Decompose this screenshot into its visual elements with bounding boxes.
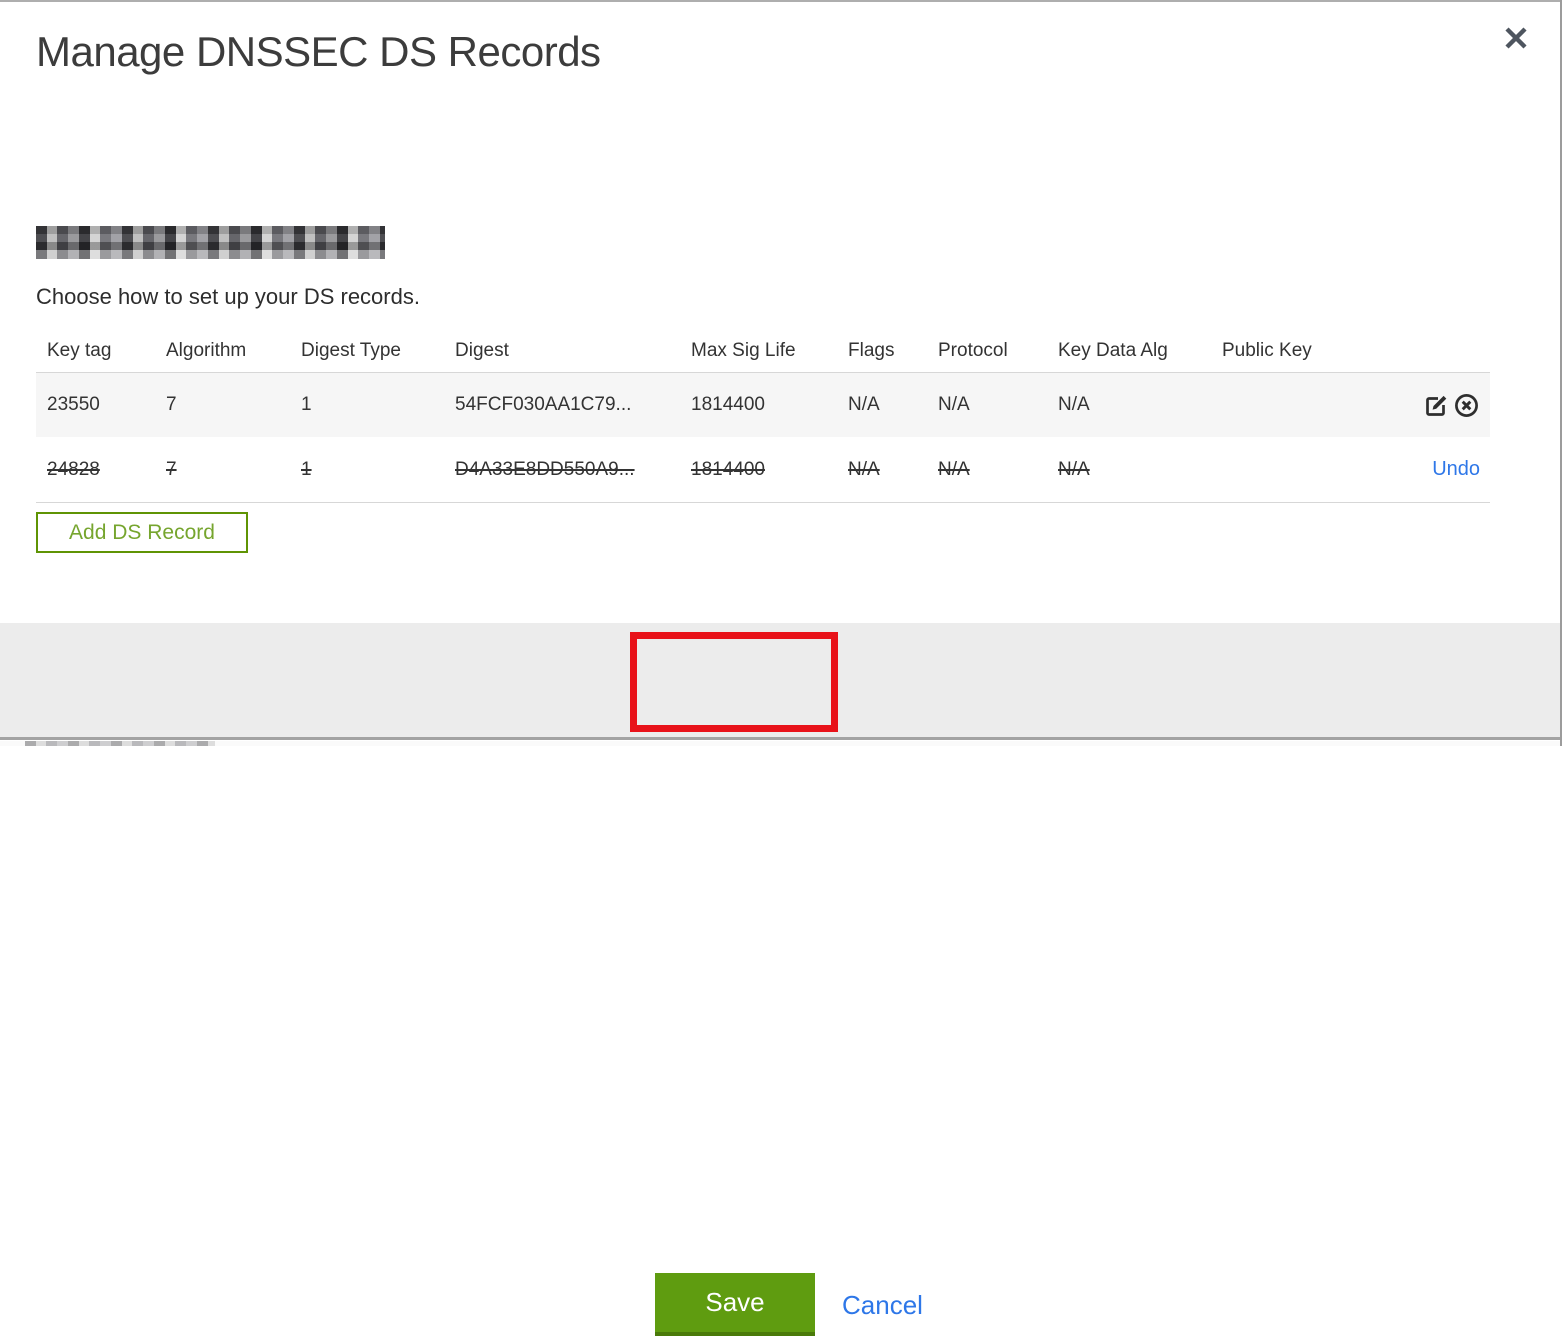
- manage-dnssec-dialog: Manage DNSSEC DS Records Choose how to s…: [0, 0, 1568, 1336]
- cell-key-tag: 23550: [47, 394, 100, 415]
- cell-algorithm: 7: [166, 394, 177, 415]
- column-header-key-data-alg: Key Data Alg: [1058, 340, 1168, 361]
- save-button[interactable]: Save: [655, 1273, 815, 1336]
- cell-max-sig-life: 1814400: [691, 458, 765, 480]
- table-header-row: Key tag Algorithm Digest Type Digest Max…: [36, 330, 1490, 373]
- cell-key-tag: 24828: [47, 458, 100, 480]
- cell-max-sig-life: 1814400: [691, 394, 765, 415]
- delete-record-button[interactable]: [1452, 391, 1480, 419]
- cancel-link[interactable]: Cancel: [842, 1290, 923, 1321]
- redacted-strip: [25, 741, 215, 746]
- cell-flags: N/A: [848, 394, 880, 415]
- cell-flags: N/A: [848, 458, 880, 480]
- cell-protocol: N/A: [938, 458, 970, 480]
- column-header-key-tag: Key tag: [47, 340, 112, 361]
- column-header-protocol: Protocol: [938, 340, 1008, 361]
- column-header-algorithm: Algorithm: [166, 340, 247, 361]
- delete-icon: [1454, 393, 1478, 417]
- close-button[interactable]: [1498, 20, 1534, 56]
- cell-key-data-alg: N/A: [1058, 458, 1090, 480]
- table-row: 23550 7 1 54FCF030AA1C79... 1814400 N/A …: [36, 373, 1490, 437]
- table-row: 24828 7 1 D4A33E8DD550A9... 1814400 N/A …: [36, 437, 1490, 503]
- add-ds-record-button[interactable]: Add DS Record: [36, 512, 248, 553]
- cell-algorithm: 7: [166, 458, 177, 480]
- cell-protocol: N/A: [938, 394, 970, 415]
- row-actions: Undo: [1319, 458, 1490, 481]
- close-icon: [1505, 27, 1527, 49]
- row-actions: [1319, 391, 1490, 419]
- redacted-domain-name: [36, 226, 385, 259]
- dialog-footer: Save Cancel: [0, 623, 1560, 1336]
- page-title: Manage DNSSEC DS Records: [36, 28, 601, 75]
- window-right-border: [1560, 0, 1562, 746]
- window-top-border: [0, 0, 1562, 2]
- area-below-footer: [0, 741, 1560, 746]
- cell-digest-type: 1: [301, 394, 312, 415]
- cell-digest-type: 1: [301, 458, 312, 480]
- ds-records-table: Key tag Algorithm Digest Type Digest Max…: [36, 330, 1490, 503]
- column-header-flags: Flags: [848, 340, 895, 361]
- column-header-max-sig-life: Max Sig Life: [691, 340, 796, 361]
- edit-icon: [1425, 395, 1446, 416]
- cell-digest: 54FCF030AA1C79...: [455, 394, 632, 415]
- cell-digest: D4A33E8DD550A9...: [455, 458, 635, 480]
- edit-record-button[interactable]: [1422, 391, 1450, 419]
- cell-key-data-alg: N/A: [1058, 394, 1090, 415]
- column-header-public-key: Public Key: [1222, 340, 1312, 361]
- undo-link[interactable]: Undo: [1432, 458, 1480, 481]
- setup-instructions: Choose how to set up your DS records.: [36, 284, 420, 309]
- column-header-digest: Digest: [455, 340, 509, 361]
- column-header-digest-type: Digest Type: [301, 340, 401, 361]
